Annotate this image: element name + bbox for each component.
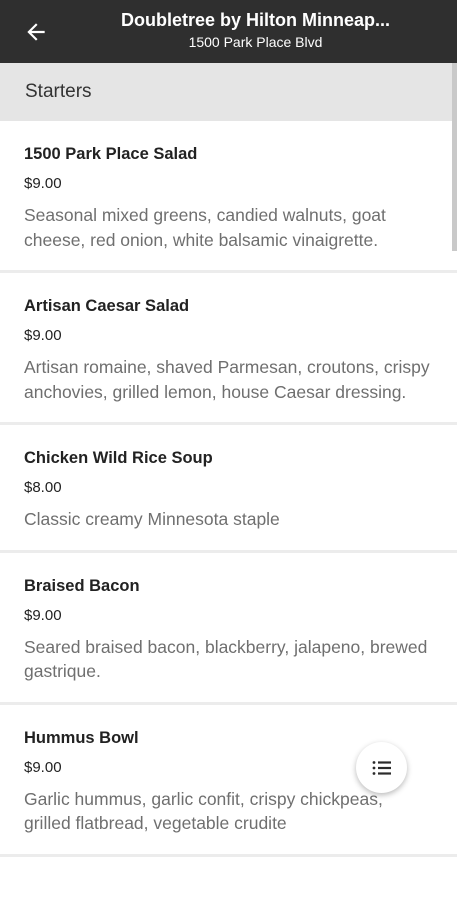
item-price: $9.00 xyxy=(24,175,62,192)
item-description: Seasonal mixed greens, candied walnuts, … xyxy=(24,205,386,250)
item-description: Seared braised bacon, blackberry, jalape… xyxy=(24,636,428,682)
item-price: $8.00 xyxy=(24,479,62,496)
page-subtitle: 1500 Park Place Blvd xyxy=(188,34,323,50)
arrow-left-icon xyxy=(27,23,45,41)
scrollbar-thumb[interactable] xyxy=(452,63,457,251)
header-titles: Doubletree by Hilton Minneap... 1500 Par… xyxy=(70,8,441,51)
item-name: Chicken Wild Rice Soup xyxy=(24,449,213,467)
item-description: Garlic hummus, garlic confit, crispy chi… xyxy=(24,788,383,834)
menu-item[interactable]: Artisan Caesar Salad $9.00 Artisan romai… xyxy=(0,273,457,425)
menu-item[interactable]: 1500 Park Place Salad $9.00 Seasonal mix… xyxy=(0,121,457,273)
menu-item[interactable]: Chicken Wild Rice Soup $8.00 Classic cre… xyxy=(0,425,457,553)
item-price: $9.00 xyxy=(24,327,62,344)
item-price: $9.00 xyxy=(24,606,62,624)
app-bar: Doubletree by Hilton Minneap... 1500 Par… xyxy=(0,0,457,63)
section-header: Starters xyxy=(0,63,457,121)
section-title: Starters xyxy=(25,81,92,102)
item-description: Classic creamy Minnesota staple xyxy=(24,509,280,529)
page-title: Doubletree by Hilton Minneap... xyxy=(120,10,390,30)
menu-item[interactable]: Braised Bacon $9.00 Seared braised bacon… xyxy=(0,553,457,705)
item-name: 1500 Park Place Salad xyxy=(24,145,198,163)
item-name: Braised Bacon xyxy=(24,576,140,595)
item-name: Artisan Caesar Salad xyxy=(24,297,190,315)
category-list-button[interactable] xyxy=(356,742,407,793)
back-button[interactable] xyxy=(14,14,58,50)
list-icon xyxy=(372,760,391,775)
item-description: Artisan romaine, shaved Parmesan, crouto… xyxy=(24,357,430,402)
